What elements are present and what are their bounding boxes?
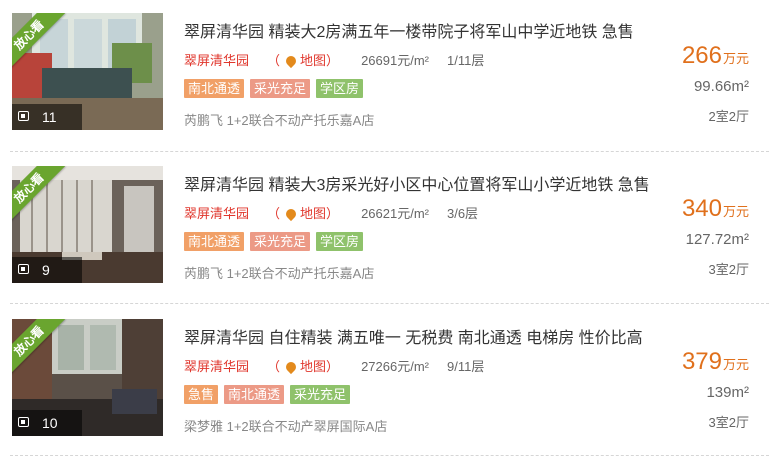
total-price: 266万元 [682, 42, 749, 70]
unit-price: 27266元/m² [361, 359, 429, 374]
agent-info[interactable]: 芮鹏飞 1+2联合不动产托乐嘉A店 [184, 263, 374, 282]
price-unit: 万元 [722, 204, 749, 219]
tag: 采光充足 [250, 79, 311, 98]
photo-count: 11 [42, 109, 57, 125]
divider [10, 151, 769, 152]
tag: 学区房 [316, 79, 364, 98]
listing-photo[interactable]: 放心看 10 [12, 319, 163, 436]
map-bracket-open: （ [267, 53, 281, 68]
map-bracket-close: ） [326, 53, 340, 68]
agent-info[interactable]: 芮鹏飞 1+2联合不动产托乐嘉A店 [184, 110, 374, 129]
agent-info[interactable]: 梁梦雅 1+2联合不动产翠屏国际A店 [184, 416, 387, 435]
listing-meta: 翠屏清华园 （ 地图） 27266元/m² 9/11层 [184, 356, 484, 375]
listing-title[interactable]: 翠屏清华园 精装大3房采光好小区中心位置将军山小学近地铁 急售 [184, 171, 650, 195]
estate-link[interactable]: 翠屏清华园 [184, 53, 249, 68]
listing-photo[interactable]: 放心看 9 [12, 166, 163, 283]
listing-card: 放心看 9 翠屏清华园 精装大3房采光好小区中心位置将军山小学近地铁 急售 翠屏… [0, 153, 779, 305]
map-pin-icon [283, 206, 299, 222]
unit-price: 26691元/m² [361, 53, 429, 68]
divider [10, 455, 769, 456]
price-unit: 万元 [722, 357, 749, 372]
tag: 南北通透 [184, 232, 245, 251]
listing-card: 放心看 10 翠屏清华园 自住精装 满五唯一 无税费 南北通透 电梯房 性价比高… [0, 306, 779, 458]
floor-info: 9/11层 [446, 359, 485, 374]
estate-link[interactable]: 翠屏清华园 [184, 206, 249, 221]
photo-count-badge: 10 [12, 410, 82, 436]
room-layout: 2室2厅 [708, 109, 749, 124]
listing-list: 放心看 11 翠屏清华园 精装大2房满五年一楼带院子将军山中学近地铁 急售 翠屏… [0, 0, 779, 458]
floor-area: 139m² [706, 384, 749, 401]
room-layout: 3室2厅 [708, 262, 749, 277]
price-amount: 379 [681, 348, 722, 375]
floor-area: 127.72m² [685, 231, 749, 248]
photo-count-badge: 9 [12, 257, 82, 283]
listing-title[interactable]: 翠屏清华园 精装大2房满五年一楼带院子将军山中学近地铁 急售 [184, 18, 634, 42]
map-bracket-close: ） [326, 206, 340, 221]
total-price: 379万元 [682, 348, 749, 376]
map-bracket-open: （ [267, 206, 281, 221]
floor-area: 99.66m² [693, 78, 749, 95]
map-link[interactable]: （ 地图） [267, 359, 340, 375]
map-link[interactable]: （ 地图） [267, 206, 340, 222]
map-link-label: 地图 [300, 53, 327, 68]
price-amount: 340 [681, 195, 722, 222]
picture-icon [18, 264, 29, 274]
map-bracket-open: （ [267, 359, 281, 374]
listing-card: 放心看 11 翠屏清华园 精装大2房满五年一楼带院子将军山中学近地铁 急售 翠屏… [0, 0, 779, 152]
room-layout: 3室2厅 [708, 415, 749, 430]
photo-count-badge: 11 [12, 104, 82, 130]
map-pin-icon [283, 359, 299, 375]
tag: 南北通透 [184, 79, 245, 98]
tag: 南北通透 [224, 385, 285, 404]
picture-icon [18, 417, 29, 427]
tag: 采光充足 [250, 232, 311, 251]
floor-info: 1/11层 [446, 53, 485, 68]
floor-info: 3/6层 [446, 206, 479, 221]
tag-list: 急售 南北通透 采光充足 [184, 385, 356, 404]
estate-link[interactable]: 翠屏清华园 [184, 359, 249, 374]
map-link[interactable]: （ 地图） [267, 53, 340, 69]
map-link-label: 地图 [300, 359, 327, 374]
listing-meta: 翠屏清华园 （ 地图） 26691元/m² 1/11层 [184, 50, 484, 69]
tag: 学区房 [316, 232, 364, 251]
map-pin-icon [283, 53, 299, 69]
listing-title[interactable]: 翠屏清华园 自住精装 满五唯一 无税费 南北通透 电梯房 性价比高 [184, 324, 643, 348]
listing-photo[interactable]: 放心看 11 [12, 13, 163, 130]
tag: 采光充足 [290, 385, 351, 404]
tag: 急售 [184, 385, 219, 404]
total-price: 340万元 [682, 195, 749, 223]
divider [10, 303, 769, 304]
map-bracket-close: ） [326, 359, 340, 374]
unit-price: 26621元/m² [361, 206, 429, 221]
tag-list: 南北通透 采光充足 学区房 [184, 79, 369, 98]
photo-count: 9 [42, 262, 50, 278]
photo-count: 10 [42, 415, 58, 431]
tag-list: 南北通透 采光充足 学区房 [184, 232, 369, 251]
price-unit: 万元 [722, 51, 749, 66]
listing-meta: 翠屏清华园 （ 地图） 26621元/m² 3/6层 [184, 203, 478, 222]
map-link-label: 地图 [300, 206, 327, 221]
price-amount: 266 [681, 42, 722, 69]
picture-icon [18, 111, 29, 121]
